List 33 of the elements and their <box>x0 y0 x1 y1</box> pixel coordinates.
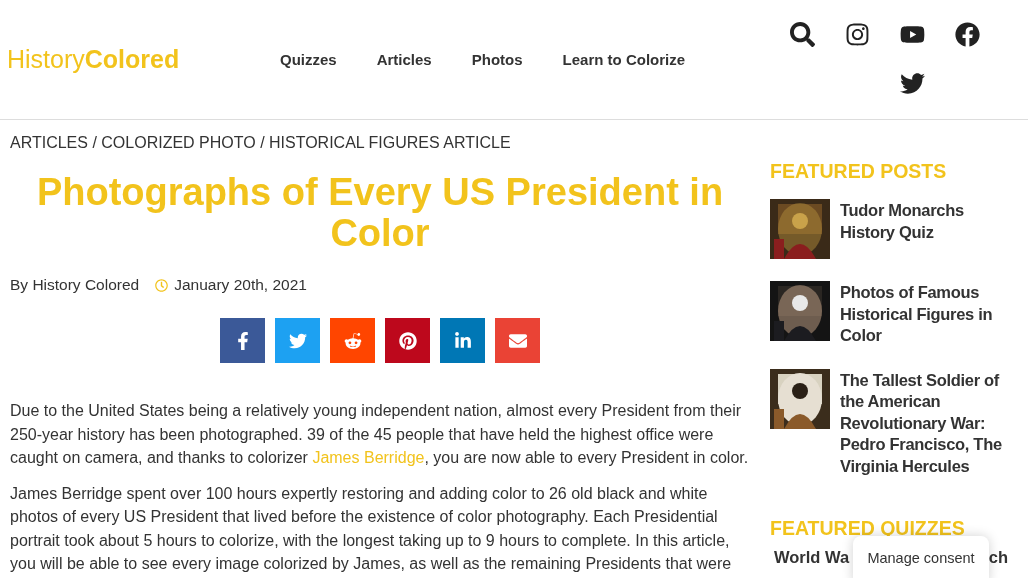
consent-dialog[interactable]: Manage consent <box>853 536 989 578</box>
f-logo-icon[interactable] <box>955 21 980 47</box>
camera-icon[interactable] <box>845 21 870 47</box>
p-logo-icon <box>398 331 417 350</box>
quiz-link[interactable]: World Wa <box>774 548 850 567</box>
share-button[interactable] <box>495 318 540 363</box>
post-link[interactable]: Tudor Monarchs History Quiz <box>840 200 1008 259</box>
nav-link[interactable]: Articles <box>376 51 432 68</box>
share-button[interactable] <box>330 318 375 363</box>
nav-link[interactable]: Learn to Colorize <box>562 51 686 68</box>
breadcrumb: ARTICLES / COLORIZED PHOTO / HISTORICAL FIGURES ARTICLE <box>10 134 512 152</box>
share-button[interactable] <box>440 318 485 363</box>
post-link[interactable]: Photos of Famous Historical Figures in Color <box>840 282 1008 347</box>
envelope-icon <box>508 331 527 350</box>
share-button[interactable] <box>220 318 265 363</box>
post-link[interactable]: The Tallest Soldier of the American Revolutionary War: Pedro Francisco, The Virginia Hercules <box>840 369 1008 477</box>
quiz-link[interactable]: ch <box>988 548 1008 567</box>
post-date: January 20th, 2021 <box>174 276 307 294</box>
share-button[interactable] <box>275 318 320 363</box>
nav-link[interactable]: Photos <box>471 51 523 68</box>
nav-link[interactable]: Quizzes <box>280 51 337 68</box>
section-heading: FEATURED POSTS <box>770 160 948 183</box>
alien-icon <box>343 331 362 350</box>
article-paragraph: Due to the United States being a relatively young independent nation, almost every President from their 250-year history has been photographed. 39 of the 45 people that have held the highest office were caught on camera, and thanks to colorizer James Berridge, you are now able to every President in color. <box>10 401 750 468</box>
bird-icon <box>288 331 307 350</box>
clock-icon <box>155 278 169 292</box>
bird-icon[interactable] <box>900 70 925 96</box>
author-name: By History Colored <box>10 276 140 294</box>
share-button[interactable] <box>385 318 430 363</box>
article-title: Photographs of Every US President in Color <box>35 172 725 254</box>
in-logo-icon <box>453 331 472 350</box>
article-paragraph: James Berridge spent over 100 hours expertly restoring and adding color to 26 old black and white photos of every US President that lived before the existence of color photography. Each Presidential portrait took about 5 hours to colorize, with the longest taking up to 9 hours to complete. In this article, you will be able to see every image colorized by James, as well as the remaining Presidents that were <box>10 483 733 574</box>
search-icon[interactable] <box>790 21 815 47</box>
